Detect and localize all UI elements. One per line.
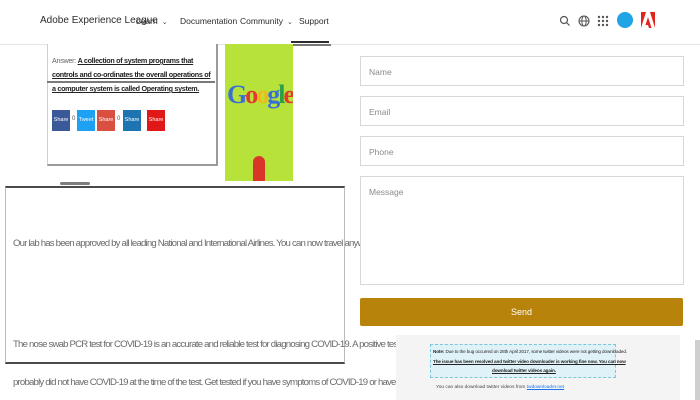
share-label: Share xyxy=(98,117,114,123)
phone-placeholder: Phone xyxy=(369,147,394,157)
vertical-scrollbar[interactable] xyxy=(695,340,700,400)
share-count: 0 xyxy=(72,116,76,122)
pinterest-share-button[interactable]: Share xyxy=(147,110,165,131)
nav-community-label: Community xyxy=(240,16,283,26)
nav-support[interactable]: Support xyxy=(299,16,329,26)
share-count: 0 xyxy=(117,116,121,122)
divider xyxy=(293,44,331,46)
tweet-label: Tweet xyxy=(78,117,94,123)
share-label: Share xyxy=(148,117,164,123)
name-field[interactable]: Name xyxy=(360,56,684,86)
share-bar: Share 0 Tweet Share 0 Share Share xyxy=(47,81,215,163)
nav-documentation-label: Documentation xyxy=(180,16,238,26)
search-icon[interactable] xyxy=(558,14,572,28)
google-logo: Google xyxy=(227,80,293,109)
answer-label: Answer: xyxy=(52,56,76,65)
facebook-share-button[interactable]: Share xyxy=(52,110,70,131)
linkedin-share-button[interactable]: Share xyxy=(123,110,141,131)
notice-line-1: Note: Due to the bug occurred on 28th Ap… xyxy=(433,349,627,354)
twitter-tweet-button[interactable]: Tweet xyxy=(77,110,95,131)
send-button[interactable]: Send xyxy=(360,298,683,326)
horizontal-scrollbar-thumb[interactable] xyxy=(60,182,90,185)
notice-text-1: Due to the bug occurred on 28th April 20… xyxy=(445,349,627,354)
message-placeholder: Message xyxy=(369,187,404,197)
alternative-download-text: You can also download twitter videos fro… xyxy=(436,385,564,390)
name-placeholder: Name xyxy=(369,67,392,77)
nav-learn-label: Learn xyxy=(136,16,158,26)
alternative-download-label: You can also download twitter videos fro… xyxy=(436,385,526,390)
nav-active-indicator xyxy=(291,41,329,43)
google-share-button[interactable]: Share xyxy=(97,110,115,131)
chevron-down-icon: ⌄ xyxy=(161,19,168,26)
phone-field[interactable]: Phone xyxy=(360,136,684,166)
avatar[interactable] xyxy=(617,12,633,28)
adobe-logo[interactable] xyxy=(641,12,655,28)
notice-text-2: The issue has been resolved and twitter … xyxy=(433,359,626,364)
email-field[interactable]: Email xyxy=(360,96,684,126)
nav-documentation[interactable]: Documentation xyxy=(180,16,237,26)
nav-support-label: Support xyxy=(299,16,329,26)
globe-icon[interactable] xyxy=(577,14,591,28)
twdownloader-link[interactable]: twdownloader.net xyxy=(527,385,564,390)
notice-line-2: The issue has been resolved and twitter … xyxy=(433,359,626,364)
google-ad-image[interactable]: Google xyxy=(225,44,293,181)
notice-text-3: download twitter videos again. xyxy=(492,368,556,373)
notice-label: Note: xyxy=(433,349,445,354)
apps-grid-icon[interactable] xyxy=(596,14,610,28)
chevron-down-icon: ⌄ xyxy=(286,19,293,26)
share-label: Share xyxy=(53,117,69,123)
email-placeholder: Email xyxy=(369,107,391,117)
notice-line-3: download twitter videos again. xyxy=(492,368,556,373)
nav-community[interactable]: Community ⌄ xyxy=(240,16,293,26)
message-textarea[interactable]: Message xyxy=(360,176,684,285)
share-label: Share xyxy=(124,117,140,123)
top-header: Adobe Experience League Learn ⌄ Documenta… xyxy=(0,0,700,45)
google-ad-graphic xyxy=(253,156,265,181)
nav-learn[interactable]: Learn ⌄ xyxy=(136,16,168,26)
